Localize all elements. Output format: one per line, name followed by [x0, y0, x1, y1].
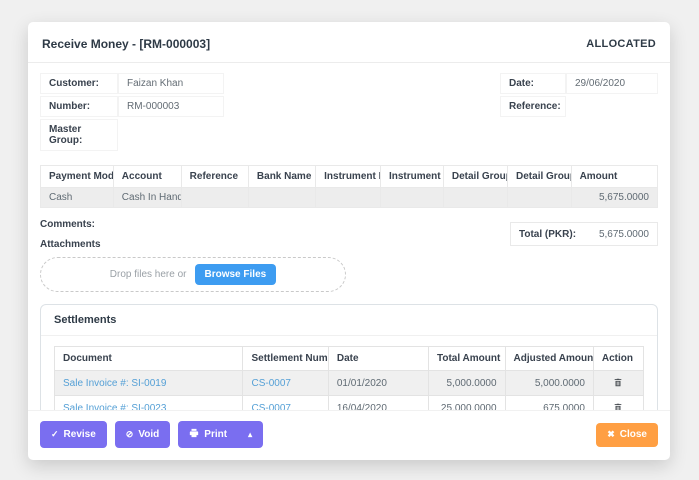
customer-value: Faizan Khan: [118, 73, 224, 94]
drop-files-text: Drop files here or: [109, 269, 187, 280]
browse-files-button[interactable]: Browse Files: [194, 264, 277, 285]
payment-header-cell: Payment Mode: [40, 165, 114, 188]
total-box: Total (PKR): 5,675.0000: [510, 222, 658, 246]
payment-header-cell: Reference: [180, 165, 249, 188]
settlements-header-action: Action: [592, 346, 645, 371]
payment-header-cell: Detail Group B: [507, 165, 572, 188]
revise-button[interactable]: ✓ Revise: [40, 421, 107, 448]
details-right: Date: 29/06/2020 Reference:: [500, 73, 658, 153]
settlements-section: Settlements Document Settlement Number D…: [40, 304, 658, 410]
check-icon: ✓: [51, 429, 59, 439]
payment-header-cell: Instrument No.: [315, 165, 381, 188]
settlement-row: Sale Invoice #: SI-0019 CS-0007 01/01/20…: [53, 369, 645, 397]
close-label: Close: [619, 428, 647, 440]
settlements-title: Settlements: [41, 305, 657, 336]
payment-cell-instrument-date: [379, 187, 444, 208]
settlements-header-number: Settlement Number: [242, 346, 329, 371]
settlement-total-cell: 25,000.0000: [427, 395, 506, 410]
field-customer: Customer: Faizan Khan: [40, 73, 224, 94]
settlement-adjusted-cell: 675.0000: [504, 395, 594, 410]
settlements-header-row: Document Settlement Number Date Total Am…: [53, 346, 645, 371]
payment-header-cell-amount: Amount: [570, 165, 659, 188]
mid-section: Comments: Attachments Drop files here or…: [40, 217, 658, 292]
payment-header-cell: Bank Name: [247, 165, 317, 188]
date-label: Date:: [500, 73, 566, 94]
number-value: RM-000003: [118, 96, 224, 117]
document-link[interactable]: Sale Invoice #: SI-0019: [63, 378, 166, 389]
file-dropzone[interactable]: Drop files here or Browse Files: [40, 257, 346, 292]
field-date: Date: 29/06/2020: [500, 73, 658, 94]
settlements-header-document: Document: [53, 346, 244, 371]
details-form: Customer: Faizan Khan Number: RM-000003 …: [40, 73, 658, 153]
trash-icon: [613, 402, 623, 410]
caret-up-icon: ▴: [248, 429, 253, 439]
close-button[interactable]: ✖ Close: [596, 422, 658, 447]
payment-cell-reference: [180, 187, 249, 208]
field-number: Number: RM-000003: [40, 96, 224, 117]
master-group-label: Master Group:: [40, 119, 118, 151]
details-left: Customer: Faizan Khan Number: RM-000003 …: [40, 73, 224, 153]
payment-cell-instrument-no: [315, 187, 381, 208]
print-label: Print: [204, 428, 228, 440]
attachments-label: Attachments: [40, 239, 101, 250]
receive-money-card: Receive Money - [RM-000003] ALLOCATED Cu…: [28, 22, 670, 460]
field-master-group: Master Group:: [40, 119, 224, 151]
settlements-header-total: Total Amount: [427, 346, 506, 371]
settlement-date-cell: 01/01/2020: [327, 369, 429, 397]
revise-label: Revise: [63, 428, 96, 440]
settlements-table: Document Settlement Number Date Total Am…: [53, 346, 645, 410]
payment-header-row: Payment Mode Account Reference Bank Name…: [40, 165, 659, 188]
payment-header-cell: Account: [112, 165, 182, 188]
status-badge: ALLOCATED: [586, 38, 656, 50]
close-icon: ✖: [607, 429, 615, 439]
delete-settlement-button[interactable]: [613, 377, 623, 388]
settlement-number-link[interactable]: CS-0007: [251, 378, 290, 389]
printer-icon: [189, 428, 199, 441]
payment-cell-bank: [247, 187, 317, 208]
settlements-header-date: Date: [327, 346, 429, 371]
comments-label: Comments:: [40, 219, 96, 230]
page-title: Receive Money - [RM-000003]: [42, 37, 211, 51]
void-circle-icon: ⊘: [125, 429, 134, 439]
settlement-adjusted-cell: 5,000.0000: [504, 369, 594, 397]
mid-left: Comments: Attachments Drop files here or…: [40, 217, 510, 292]
total-value: 5,675.0000: [598, 228, 649, 240]
document-link[interactable]: Sale Invoice #: SI-0023: [63, 403, 166, 410]
field-reference: Reference:: [500, 96, 658, 117]
date-value: 29/06/2020: [566, 73, 658, 94]
trash-icon: [613, 377, 623, 388]
reference-value: [566, 96, 658, 117]
payment-table: Payment Mode Account Reference Bank Name…: [40, 165, 659, 208]
payment-cell-amount: 5,675.0000: [570, 187, 659, 208]
settlement-row: Sale Invoice #: SI-0023 CS-0007 16/04/20…: [53, 395, 645, 410]
payment-row: Cash Cash In Hand 5,675.0000: [40, 187, 659, 208]
reference-label: Reference:: [500, 96, 566, 117]
print-button[interactable]: Print ▴: [178, 421, 264, 448]
card-body: Customer: Faizan Khan Number: RM-000003 …: [28, 63, 670, 410]
payment-cell-mode: Cash: [40, 187, 114, 208]
payment-cell-group-a: [442, 187, 509, 208]
payment-header-cell: Detail Group A: [442, 165, 509, 188]
void-button[interactable]: ⊘ Void: [114, 421, 171, 448]
customer-label: Customer:: [40, 73, 118, 94]
payment-cell-account: Cash In Hand: [112, 187, 182, 208]
settlement-date-cell: 16/04/2020: [327, 395, 429, 410]
settlements-body: Document Settlement Number Date Total Am…: [41, 336, 657, 410]
total-label: Total (PKR):: [519, 228, 577, 240]
card-footer: ✓ Revise ⊘ Void Print ▴ ✖ Close: [28, 410, 670, 460]
card-header: Receive Money - [RM-000003] ALLOCATED: [28, 22, 670, 63]
settlement-number-link[interactable]: CS-0007: [251, 403, 290, 410]
action-button-group: ✓ Revise ⊘ Void Print ▴: [40, 421, 264, 448]
void-label: Void: [138, 428, 160, 440]
payment-header-cell: Instrument Date: [379, 165, 444, 188]
settlement-total-cell: 5,000.0000: [427, 369, 506, 397]
settlements-header-adjusted: Adjusted Amount: [504, 346, 594, 371]
master-group-value: [118, 119, 224, 151]
number-label: Number:: [40, 96, 118, 117]
payment-cell-group-b: [507, 187, 572, 208]
delete-settlement-button[interactable]: [613, 402, 623, 410]
